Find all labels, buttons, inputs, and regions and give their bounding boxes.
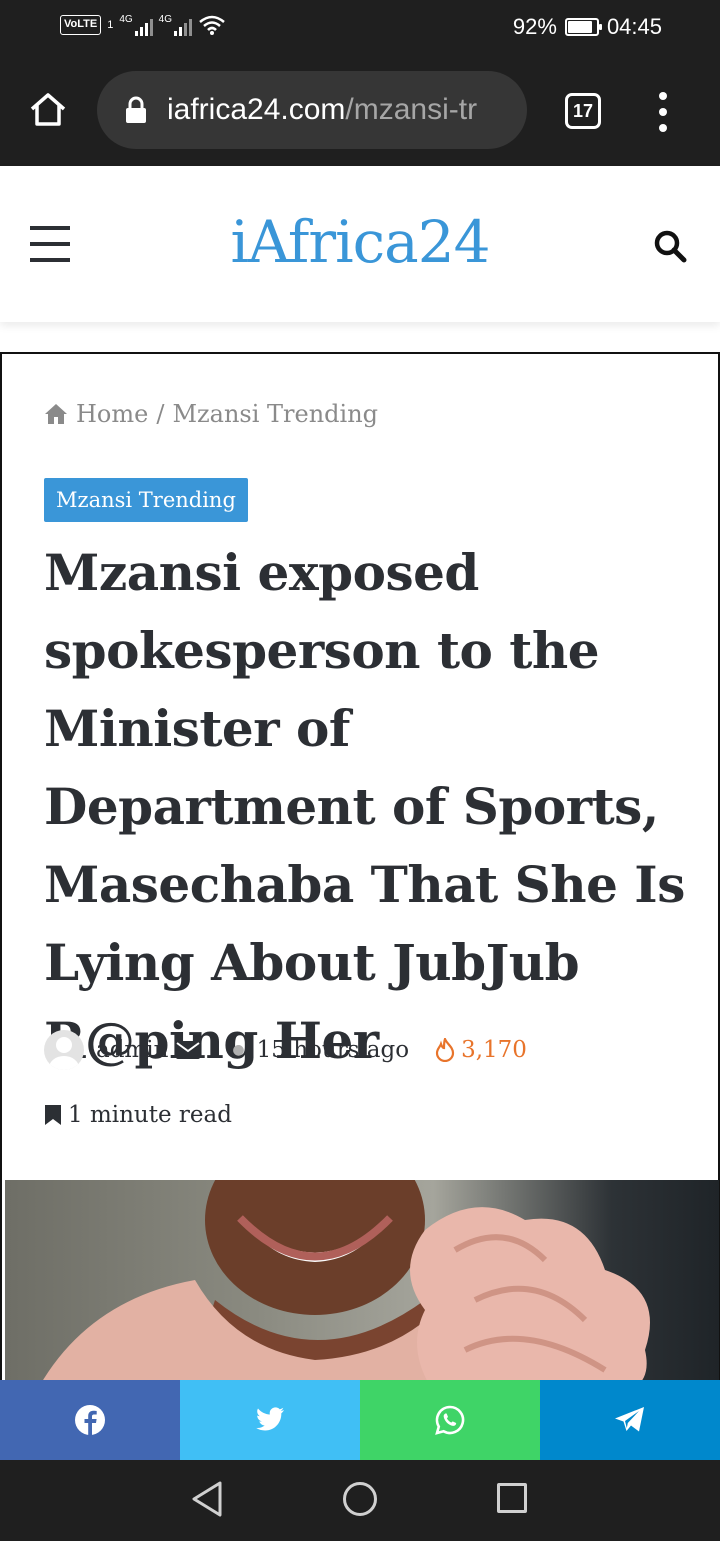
search-icon[interactable] <box>652 228 688 264</box>
share-facebook-button[interactable] <box>0 1380 180 1460</box>
status-right: 92% 04:45 <box>513 14 662 40</box>
site-logo[interactable]: iAfrica24 <box>0 208 720 276</box>
battery-icon <box>564 18 602 36</box>
wifi-icon <box>199 15 225 35</box>
url-domain: iafrica24.com <box>167 93 346 126</box>
browser-toolbar: iafrica24.com/mzansi-tr 17 <box>0 56 720 166</box>
article-card: Home / Mzansi Trending Mzansi Trending M… <box>0 352 720 1394</box>
featured-image-illustration <box>35 1180 650 1394</box>
signal-icon-2: 4G <box>158 14 193 36</box>
status-bar: VoLTE 1 4G 4G 92% 04:45 <box>0 0 720 56</box>
clock: 04:45 <box>606 14 662 39</box>
view-count-value: 3,170 <box>461 1037 527 1063</box>
site-header: iAfrica24 <box>0 166 720 322</box>
sim-slot-label: 1 <box>107 19 114 31</box>
volte-badge: VoLTE <box>60 15 102 35</box>
system-navigation-bar <box>0 1460 720 1541</box>
view-count: 3,170 <box>435 1037 527 1063</box>
share-telegram-button[interactable] <box>540 1380 720 1460</box>
battery-percent: 92% <box>512 14 557 39</box>
category-badge[interactable]: Mzansi Trending <box>44 478 248 522</box>
publish-time: 15 hours ago <box>256 1037 410 1063</box>
breadcrumb-separator: / <box>156 400 165 428</box>
home-nav-icon[interactable] <box>343 1482 377 1516</box>
envelope-icon[interactable] <box>176 1041 201 1059</box>
author-avatar[interactable] <box>44 1030 84 1070</box>
share-bar <box>0 1380 720 1460</box>
telegram-icon <box>615 1407 644 1432</box>
read-time: 1 minute read <box>44 1102 232 1128</box>
whatsapp-icon <box>435 1405 465 1435</box>
featured-image[interactable] <box>5 1180 719 1394</box>
fire-icon <box>435 1038 455 1062</box>
article-meta: admin ● 15 hours ago 3,170 <box>44 1030 527 1070</box>
breadcrumb-home-link[interactable]: Home <box>76 400 148 428</box>
overflow-menu-icon[interactable] <box>652 92 674 132</box>
status-indicators: VoLTE 1 4G 4G <box>60 14 226 36</box>
facebook-icon <box>75 1405 105 1435</box>
lock-icon <box>126 96 146 123</box>
home-icon[interactable] <box>28 90 68 130</box>
bookmark-icon <box>45 1105 61 1125</box>
home-small-icon <box>45 404 67 424</box>
twitter-icon <box>256 1407 284 1431</box>
article-title: Mzansi exposed spokesperson to the Minis… <box>44 543 685 1070</box>
recent-apps-icon[interactable] <box>497 1483 527 1513</box>
address-bar[interactable]: iafrica24.com/mzansi-tr <box>97 71 527 149</box>
back-icon[interactable] <box>190 1480 224 1518</box>
network-type-2: 4G <box>158 14 173 25</box>
author-name[interactable]: admin <box>96 1037 168 1063</box>
url-path: /mzansi-tr <box>345 93 478 126</box>
network-type-1: 4G <box>119 14 133 25</box>
share-twitter-button[interactable] <box>180 1380 360 1460</box>
share-whatsapp-button[interactable] <box>360 1380 540 1460</box>
tab-switcher-button[interactable]: 17 <box>565 93 601 129</box>
signal-icon-1: 4G <box>119 14 153 36</box>
meta-separator-dot: ● <box>232 1042 245 1058</box>
url-text: iafrica24.com/mzansi-tr <box>167 93 477 127</box>
breadcrumb-current[interactable]: Mzansi Trending <box>172 400 378 428</box>
read-time-text: 1 minute read <box>68 1102 232 1128</box>
breadcrumb: Home / Mzansi Trending <box>44 400 378 428</box>
